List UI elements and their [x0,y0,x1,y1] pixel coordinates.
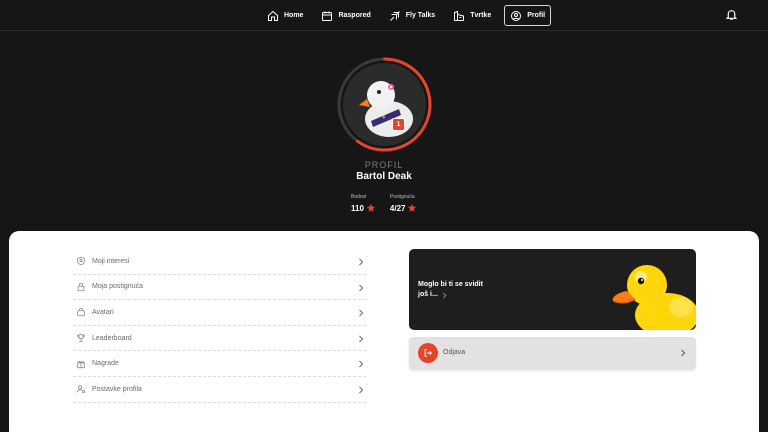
menu-item-moji-interesi[interactable]: Moji interesi [73,249,366,275]
points-value: 110 [351,203,364,213]
menu-item-label: Moji interesi [92,257,130,265]
menu-item-postavke-profila[interactable]: Postavke profila [73,377,366,403]
chevron-right-icon [442,292,447,298]
chevron-right-icon [359,335,364,343]
menu-item-nagrade[interactable]: Nagrade [73,351,366,377]
chevron-right-icon [681,349,686,357]
profile-avatar[interactable]: # 1 [337,57,432,152]
rubber-duck-icon [612,265,696,330]
menu-item-leaderboard[interactable]: Leaderboard [73,326,366,352]
plane-icon [389,10,400,21]
menu-item-label: Nagrade [92,360,119,368]
nav-item-tvrtke[interactable]: Tvrtke [448,5,496,26]
trophy-icon [77,334,85,342]
logout-button[interactable]: Odjava [409,337,696,369]
profile-name: Bartol Deak [356,171,412,182]
menu-item-avatari[interactable]: Avatari [73,300,366,326]
shield-icon [77,257,85,266]
logout-icon [424,349,432,357]
user-circle-icon [511,10,522,21]
points-stat: Bodovi 110 [351,194,376,213]
menu-item-moja-postignuca[interactable]: Moja postignuća [73,275,366,301]
menu-item-label: Postavke profila [92,385,142,393]
menu-item-label: Leaderboard [92,334,132,342]
bell-icon[interactable] [725,8,738,21]
profile-menu: Moji interesi Moja postignuća Avatari Le… [73,249,366,403]
nav-item-label: Home [284,12,304,19]
top-navigation-bar: Home Raspored Fly Talks Tvrtke Profil [0,0,768,31]
logout-label: Odjava [443,349,466,356]
chevron-right-icon [359,258,364,266]
nav-item-label: Profil [527,12,546,19]
promo-text-line1: Moglo bi ti se svidit [418,281,483,288]
chevron-right-icon [359,386,364,394]
menu-item-label: Moja postignuća [92,283,143,291]
star-icon [366,203,376,212]
nav-item-fly-talks[interactable]: Fly Talks [384,5,440,26]
user-settings-icon [76,385,85,394]
nav-item-label: Fly Talks [405,12,436,19]
lock-icon [77,282,85,292]
duck-avatar-icon: # [359,81,413,137]
star-icon [408,203,417,212]
section-label: PROFIL [364,160,404,170]
nav-item-home[interactable]: Home [262,5,308,26]
achievements-value: 4/27 [389,203,406,213]
menu-item-label: Avatari [92,308,114,316]
chevron-right-icon [359,309,364,317]
promo-text-line2: još i... [418,291,438,298]
promo-card[interactable]: Moglo bi ti se svidit još i... [409,249,696,330]
nav-item-label: Raspored [338,12,371,19]
avatar-image: # [343,63,426,146]
profile-stats: Bodovi 110 Postignuća 4/27 [351,194,417,213]
profile-panel: Moji interesi Moja postignuća Avatari Le… [9,231,759,432]
level-badge: 1 [392,118,405,131]
logout-icon-badge [418,343,438,363]
promo-text: Moglo bi ti se svidit još i... [418,280,498,300]
nav-item-label: Tvrtke [470,12,492,19]
nav-item-profil[interactable]: Profil [504,5,552,26]
points-label: Bodovi [351,194,367,200]
achievements-label: Postignuća [389,194,415,200]
main-nav: Home Raspored Fly Talks Tvrtke Profil [262,5,552,26]
nav-item-raspored[interactable]: Raspored [316,5,375,26]
company-icon [454,10,465,21]
chevron-right-icon [359,360,364,368]
bag-icon [77,308,85,317]
chevron-right-icon [359,284,364,292]
achievements-stat: Postignuća 4/27 [390,194,418,213]
home-icon [268,10,278,21]
gift-icon [77,360,85,368]
calendar-icon [322,11,333,21]
